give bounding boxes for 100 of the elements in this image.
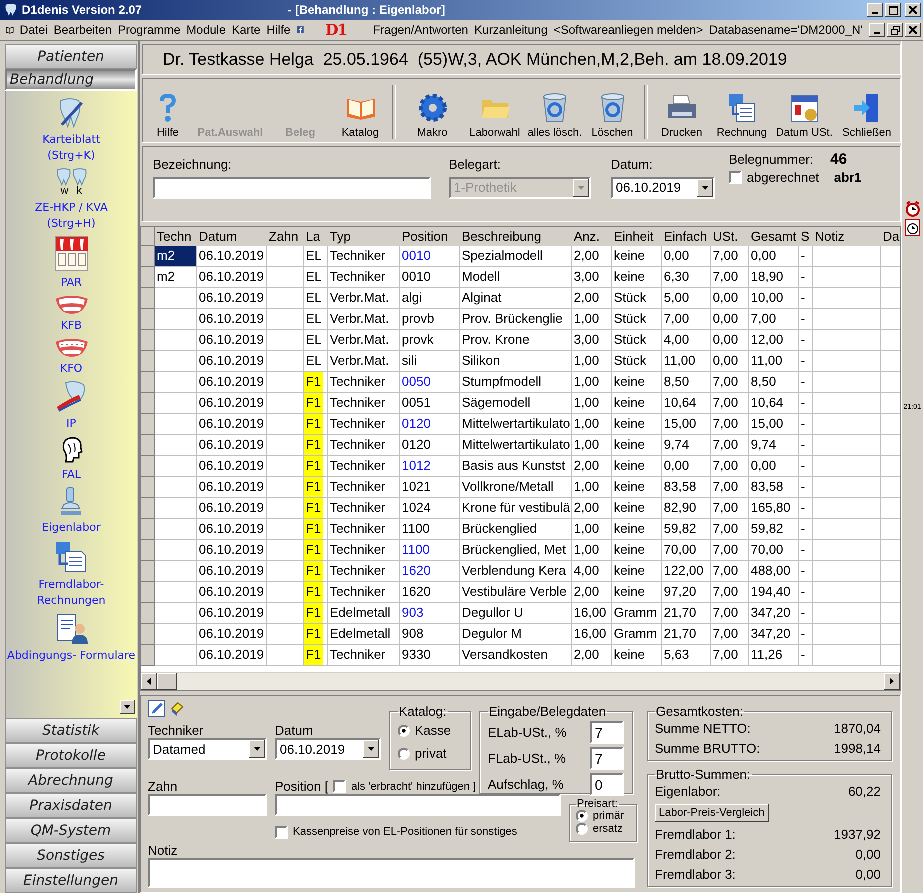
- nav-link[interactable]: PAR: [60, 275, 82, 291]
- menu-item[interactable]: <Softwareanliegen melden>: [554, 23, 704, 37]
- table-cell: 1620: [400, 560, 460, 582]
- sum-value: 1998,14: [834, 741, 881, 756]
- column-header[interactable]: Einheit: [612, 226, 662, 246]
- table-cell: 1,00: [572, 372, 612, 393]
- table-cell: 6,30: [662, 266, 711, 288]
- table-cell: 11,00: [662, 350, 711, 372]
- table-cell: 4,00: [572, 560, 612, 582]
- toolbar-button[interactable]: Drucken: [652, 82, 712, 139]
- toolbar-button[interactable]: Schließen: [837, 82, 897, 139]
- toolbar-button[interactable]: Laborwahl: [465, 82, 525, 139]
- table-cell: Brückenglied, Met: [460, 540, 572, 561]
- table-cell: 06.10.2019: [197, 434, 267, 456]
- toolbar-button[interactable]: Rechnung: [712, 82, 772, 139]
- table-cell: 2,00: [572, 456, 612, 477]
- nav-button[interactable]: Statistik: [5, 718, 137, 743]
- table-cell: 2,00: [572, 644, 612, 666]
- menu-item[interactable]: Databasename='DM2000_N': [709, 23, 863, 37]
- column-header[interactable]: S: [799, 226, 813, 246]
- nav-link[interactable]: FAL: [62, 467, 81, 483]
- table-cell: -: [799, 644, 813, 666]
- menu-item[interactable]: Hilfe: [266, 23, 291, 37]
- column-header[interactable]: Zahn: [267, 226, 304, 246]
- toolbar-button[interactable]: Löschen: [585, 82, 640, 139]
- percent-field[interactable]: 7: [590, 721, 624, 744]
- nav-link[interactable]: Abdingungs- Formulare: [7, 648, 136, 664]
- table-cell: 488,00: [749, 560, 799, 582]
- menu-item[interactable]: Module: [186, 23, 226, 37]
- table-cell: F1: [304, 434, 324, 455]
- table-cell: 7,00: [711, 456, 749, 477]
- nav-link[interactable]: ZE-HKP / KVA (Strg+H): [35, 200, 108, 232]
- table-cell: 0010: [400, 246, 460, 267]
- menu-item[interactable]: Programme: [118, 23, 181, 37]
- column-header[interactable]: Notiz: [813, 226, 881, 246]
- compare-button[interactable]: Labor-Preis-Vergleich: [655, 804, 769, 822]
- nav-button[interactable]: Protokolle: [5, 743, 137, 768]
- group-title: Eingabe/Belegdaten: [488, 704, 608, 719]
- table-cell: 347,20: [749, 624, 799, 645]
- toolbar-button[interactable]: alles lösch.: [525, 82, 585, 139]
- menu-item[interactable]: Bearbeiten: [54, 23, 112, 37]
- table-cell: Verblendung Kera: [460, 560, 572, 582]
- table-cell: 21,70: [662, 624, 711, 645]
- table-cell: keine: [612, 582, 662, 603]
- nav-link[interactable]: Fremdlabor- Rechnungen: [37, 577, 106, 609]
- column-header[interactable]: La: [304, 226, 328, 246]
- table-cell: 7,00: [711, 498, 749, 519]
- percent-field[interactable]: 0: [590, 773, 624, 796]
- table-cell: Techniker: [328, 434, 400, 456]
- toolbar-button[interactable]: Hilfe: [143, 82, 193, 139]
- nav-button[interactable]: Behandlung: [5, 69, 137, 91]
- technician-dropdown[interactable]: Datamed: [148, 738, 267, 760]
- menu-item[interactable]: Datei: [20, 23, 48, 37]
- table-cell: 0,00: [711, 330, 749, 351]
- percent-field[interactable]: 7: [590, 747, 624, 770]
- table-cell: 1,00: [572, 414, 612, 435]
- column-header[interactable]: Techn: [155, 226, 197, 246]
- table-cell-text: EL: [305, 246, 323, 265]
- menu-item[interactable]: Karte: [232, 23, 261, 37]
- nav-button[interactable]: Abrechnung: [5, 768, 137, 793]
- column-header[interactable]: USt.: [711, 226, 749, 246]
- nav-link[interactable]: IP: [66, 416, 76, 432]
- nav-link[interactable]: Karteiblatt (Strg+K): [42, 132, 100, 164]
- toolbar-button[interactable]: Katalog: [333, 82, 388, 139]
- table-cell: -: [799, 540, 813, 561]
- table-cell: 06.10.2019: [197, 288, 267, 309]
- nav-link[interactable]: KFB: [60, 318, 82, 334]
- column-header[interactable]: Beschreibung: [460, 226, 572, 246]
- column-header[interactable]: Gesamt: [749, 226, 799, 246]
- toolbar-button[interactable]: Datum USt.: [772, 82, 837, 139]
- table-cell: keine: [612, 372, 662, 393]
- table-cell: Techniker: [328, 498, 400, 519]
- table-cell: Gramm: [612, 624, 662, 645]
- table-cell: -: [799, 456, 813, 477]
- menu-item[interactable]: Fragen/Antworten: [373, 23, 468, 37]
- nav-button[interactable]: Patienten: [5, 44, 137, 69]
- column-header[interactable]: Da: [881, 226, 900, 246]
- column-header[interactable]: Anz.: [572, 226, 612, 246]
- menu-item[interactable]: Kurzanleitung: [474, 23, 548, 37]
- sum-label: Summe BRUTTO:: [655, 741, 760, 756]
- table-cell: 9330: [400, 644, 460, 666]
- column-header[interactable]: Einfach: [662, 226, 711, 246]
- nav-button[interactable]: QM-System: [5, 818, 137, 843]
- table-cell: Alginat: [460, 288, 572, 309]
- column-header[interactable]: Datum: [197, 226, 267, 246]
- column-header[interactable]: Position: [400, 226, 460, 246]
- column-header[interactable]: Typ: [328, 226, 400, 246]
- toolbar-button[interactable]: Makro: [400, 82, 465, 139]
- table-cell: 7,00: [711, 582, 749, 603]
- table-cell: 12,00: [749, 330, 799, 351]
- nav-button[interactable]: Praxisdaten: [5, 793, 137, 818]
- nav-button[interactable]: Sonstiges: [5, 843, 137, 868]
- table-cell: Spezialmodell: [460, 246, 572, 267]
- table-cell: Versandkosten: [460, 644, 572, 666]
- nav-button[interactable]: Einstellungen: [5, 868, 137, 893]
- table-cell: 0,00: [711, 350, 749, 372]
- nav-link[interactable]: KFO: [60, 361, 83, 377]
- date-dropdown[interactable]: 06.10.2019: [275, 738, 381, 760]
- date-dropdown[interactable]: 06.10.2019: [611, 176, 715, 199]
- nav-link[interactable]: Eigenlabor: [42, 520, 101, 536]
